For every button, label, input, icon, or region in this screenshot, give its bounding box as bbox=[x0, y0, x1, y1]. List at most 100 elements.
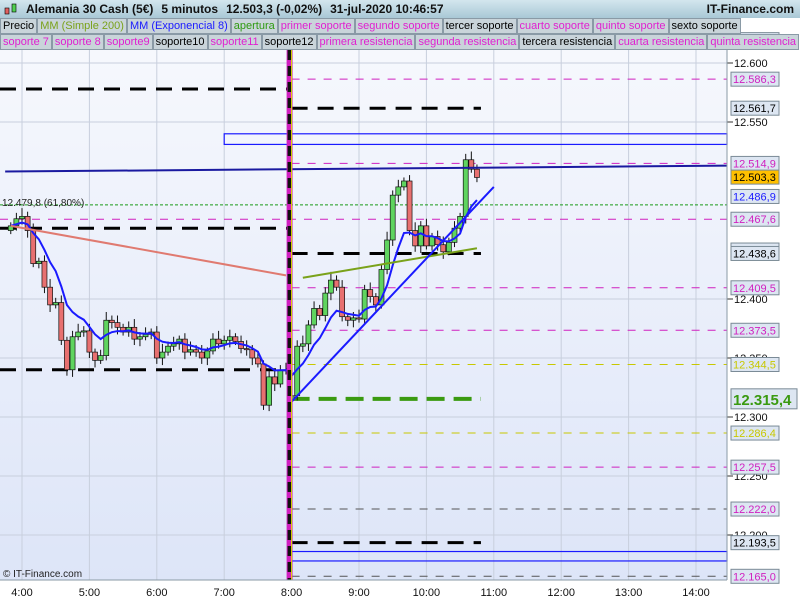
candle bbox=[417, 225, 424, 247]
x-tick-label: 11:00 bbox=[480, 587, 507, 599]
candle bbox=[243, 348, 250, 351]
price-label: 12.514,9 bbox=[733, 158, 776, 170]
candle bbox=[446, 242, 452, 253]
candle bbox=[137, 336, 143, 340]
legend-item[interactable]: MM (Simple 200) bbox=[37, 18, 127, 34]
y-tick-label: 12.400 bbox=[734, 294, 768, 306]
x-tick-label: 14:00 bbox=[682, 587, 710, 599]
x-tick-label: 12:00 bbox=[547, 587, 575, 599]
candle bbox=[271, 376, 278, 385]
price-label: 12.503,3 bbox=[733, 172, 776, 184]
legend-item[interactable]: tercera resistencia bbox=[519, 34, 616, 50]
legend-item[interactable]: segunda resistencia bbox=[415, 34, 520, 50]
candle bbox=[92, 351, 98, 361]
price-label: 12.286,4 bbox=[733, 428, 776, 440]
legend-item[interactable]: quinto soporte bbox=[592, 18, 669, 34]
candle bbox=[440, 244, 447, 253]
candle bbox=[474, 168, 480, 178]
y-tick-label: 12.600 bbox=[734, 58, 768, 70]
candle bbox=[80, 330, 87, 333]
candle bbox=[198, 351, 205, 359]
candle bbox=[75, 331, 82, 338]
price-label: 12.165,0 bbox=[733, 571, 776, 583]
legend-row-2: soporte 7 soporte 8 soporte9 soporte10 sopor… bbox=[0, 34, 800, 50]
price-label: 12.344,5 bbox=[733, 359, 776, 371]
copyright: © IT-Finance.com bbox=[3, 569, 83, 580]
brand[interactable]: IT-Finance.com bbox=[707, 2, 794, 16]
y-tick-label: 12.300 bbox=[734, 412, 768, 424]
legend-item[interactable]: soporte9 bbox=[103, 34, 153, 50]
legend-item[interactable]: soporte11 bbox=[207, 34, 262, 50]
candle bbox=[412, 230, 419, 247]
price-label: 12.438,6 bbox=[733, 248, 776, 260]
candle bbox=[52, 302, 59, 306]
candle bbox=[41, 260, 48, 288]
candle bbox=[311, 308, 317, 326]
x-tick-label: 13:00 bbox=[615, 587, 643, 599]
legend-item[interactable]: soporte10 bbox=[152, 34, 208, 50]
x-tick-label: 8:00 bbox=[281, 587, 302, 599]
quote: 12.503,3 (-0,02%) bbox=[226, 2, 323, 16]
legend-item[interactable]: sexto soporte bbox=[668, 18, 741, 34]
candle bbox=[328, 279, 334, 294]
candle bbox=[299, 343, 306, 347]
candle bbox=[249, 349, 256, 359]
candle bbox=[401, 180, 407, 188]
price-chart[interactable]: 4:00 5:00 6:00 7:00 8:00 9:00 10:00 11:00 12:00 1… bbox=[0, 0, 800, 600]
legend-item[interactable]: primera resistencia bbox=[316, 34, 416, 50]
candle bbox=[277, 369, 284, 385]
legend-row-1: Precio MM (Simple 200) MM (Exponencial 8) a… bbox=[0, 18, 741, 34]
x-tick-label: 4:00 bbox=[11, 587, 32, 599]
legend-item[interactable]: soporte 8 bbox=[51, 34, 104, 50]
candle bbox=[19, 216, 25, 220]
candle bbox=[114, 322, 121, 328]
price-label: 12.373,5 bbox=[733, 325, 776, 337]
price-label: 12.467,6 bbox=[733, 214, 776, 226]
candle bbox=[384, 239, 390, 270]
legend-item[interactable]: segundo soporte bbox=[354, 18, 443, 34]
candle bbox=[322, 292, 329, 316]
candle bbox=[47, 286, 53, 306]
candle bbox=[389, 194, 396, 241]
candle bbox=[350, 317, 357, 321]
price-label: 12.409,5 bbox=[733, 283, 776, 295]
price-label: 12.193,5 bbox=[733, 538, 776, 550]
fib-label: 12.479,8 (61,80%) bbox=[2, 198, 85, 209]
candle bbox=[215, 338, 222, 345]
price-label: 12.257,5 bbox=[733, 462, 776, 474]
candle bbox=[232, 336, 239, 342]
candle bbox=[193, 349, 199, 353]
legend-item[interactable]: cuarto soporte bbox=[516, 18, 593, 34]
candle bbox=[316, 308, 323, 316]
price-label: 12.561,7 bbox=[733, 103, 776, 115]
legend-item[interactable]: cuarta resistencia bbox=[615, 34, 708, 50]
candle bbox=[344, 316, 351, 321]
candle bbox=[361, 289, 368, 320]
candle bbox=[69, 336, 76, 371]
candle bbox=[367, 289, 374, 297]
candle bbox=[395, 186, 402, 196]
candle bbox=[97, 355, 104, 361]
legend-item[interactable]: primer soporte bbox=[277, 18, 355, 34]
legend-item[interactable]: apertura bbox=[230, 18, 278, 34]
legend-item[interactable]: Precio bbox=[0, 18, 38, 34]
candle bbox=[109, 319, 115, 323]
legend-item[interactable]: soporte 7 bbox=[0, 34, 52, 50]
candle bbox=[221, 339, 228, 345]
legend-item[interactable]: quinta resistencia bbox=[707, 34, 800, 50]
candle bbox=[333, 279, 340, 288]
candle bbox=[103, 319, 110, 356]
x-tick-label: 10:00 bbox=[413, 587, 441, 599]
candle bbox=[356, 317, 362, 320]
legend-item[interactable]: soporte12 bbox=[261, 34, 317, 50]
candle bbox=[260, 363, 267, 406]
price-label: 12.586,3 bbox=[733, 74, 776, 86]
legend-item[interactable]: MM (Exponencial 8) bbox=[126, 18, 231, 34]
x-tick-label: 6:00 bbox=[146, 587, 167, 599]
x-tick-label: 5:00 bbox=[79, 587, 100, 599]
y-tick-label: 12.550 bbox=[734, 117, 768, 129]
candle bbox=[159, 351, 166, 359]
candle bbox=[305, 324, 312, 345]
x-tick-label: 9:00 bbox=[348, 587, 369, 599]
legend-item[interactable]: tercer soporte bbox=[442, 18, 517, 34]
